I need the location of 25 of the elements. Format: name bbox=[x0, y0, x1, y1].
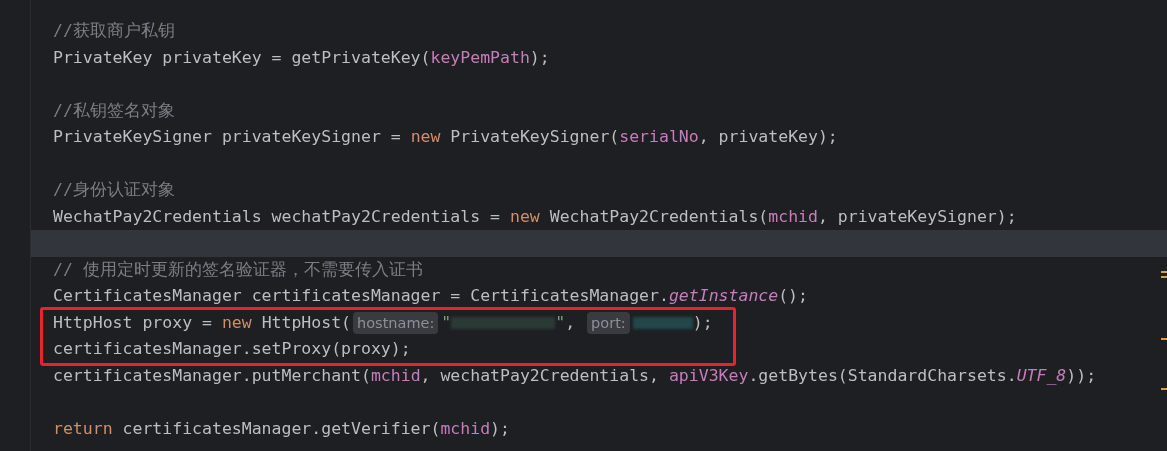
string-literal: " bbox=[441, 312, 452, 332]
string-literal: " bbox=[555, 312, 566, 332]
code-comment: //身份认证对象 bbox=[53, 180, 175, 199]
code-line: CertificatesManager certificatesManager = CertificatesManager.getInstance(); bbox=[53, 286, 808, 305]
code-line: return certificatesManager.getVerifier(mchid); bbox=[53, 418, 510, 438]
keyword: new bbox=[221, 312, 252, 332]
code-comment: //私钥签名对象 bbox=[53, 100, 175, 120]
inlay-hint: hostname: bbox=[353, 311, 439, 334]
code-line: PrivateKey privateKey = getPrivateKey(keyPemPath); bbox=[53, 47, 550, 67]
marker-icon bbox=[1161, 271, 1167, 273]
code-line: certificatesManager.putMerchant(mchid, wechatPay2Credentials, apiV3Key.getBytes(StandardCharsets.UTF_8)); bbox=[53, 365, 1097, 385]
code-line: certificatesManager.setProxy(proxy); bbox=[53, 339, 411, 358]
code-comment: // 使用定时更新的签名验证器，不需要传入证书 bbox=[53, 259, 423, 279]
code-text: ); bbox=[692, 312, 713, 332]
code-comment: //获取商户私钥 bbox=[53, 21, 175, 40]
code-line: WechatPay2Credentials wechatPay2Credentials = new WechatPay2Credentials(mchid, privateKeySigner); bbox=[53, 206, 1017, 226]
code-text: HttpHost proxy = bbox=[53, 312, 213, 332]
code-text: , bbox=[565, 312, 577, 332]
marker-icon bbox=[1161, 276, 1167, 278]
marker-icon bbox=[1161, 338, 1167, 340]
inlay-hint: port: bbox=[587, 311, 630, 334]
redaction-block bbox=[632, 317, 693, 329]
marker-icon bbox=[1161, 388, 1167, 390]
code-line: PrivateKeySigner privateKeySigner = new PrivateKeySigner(serialNo, privateKey); bbox=[53, 127, 838, 146]
code-text: HttpHost( bbox=[260, 312, 352, 332]
